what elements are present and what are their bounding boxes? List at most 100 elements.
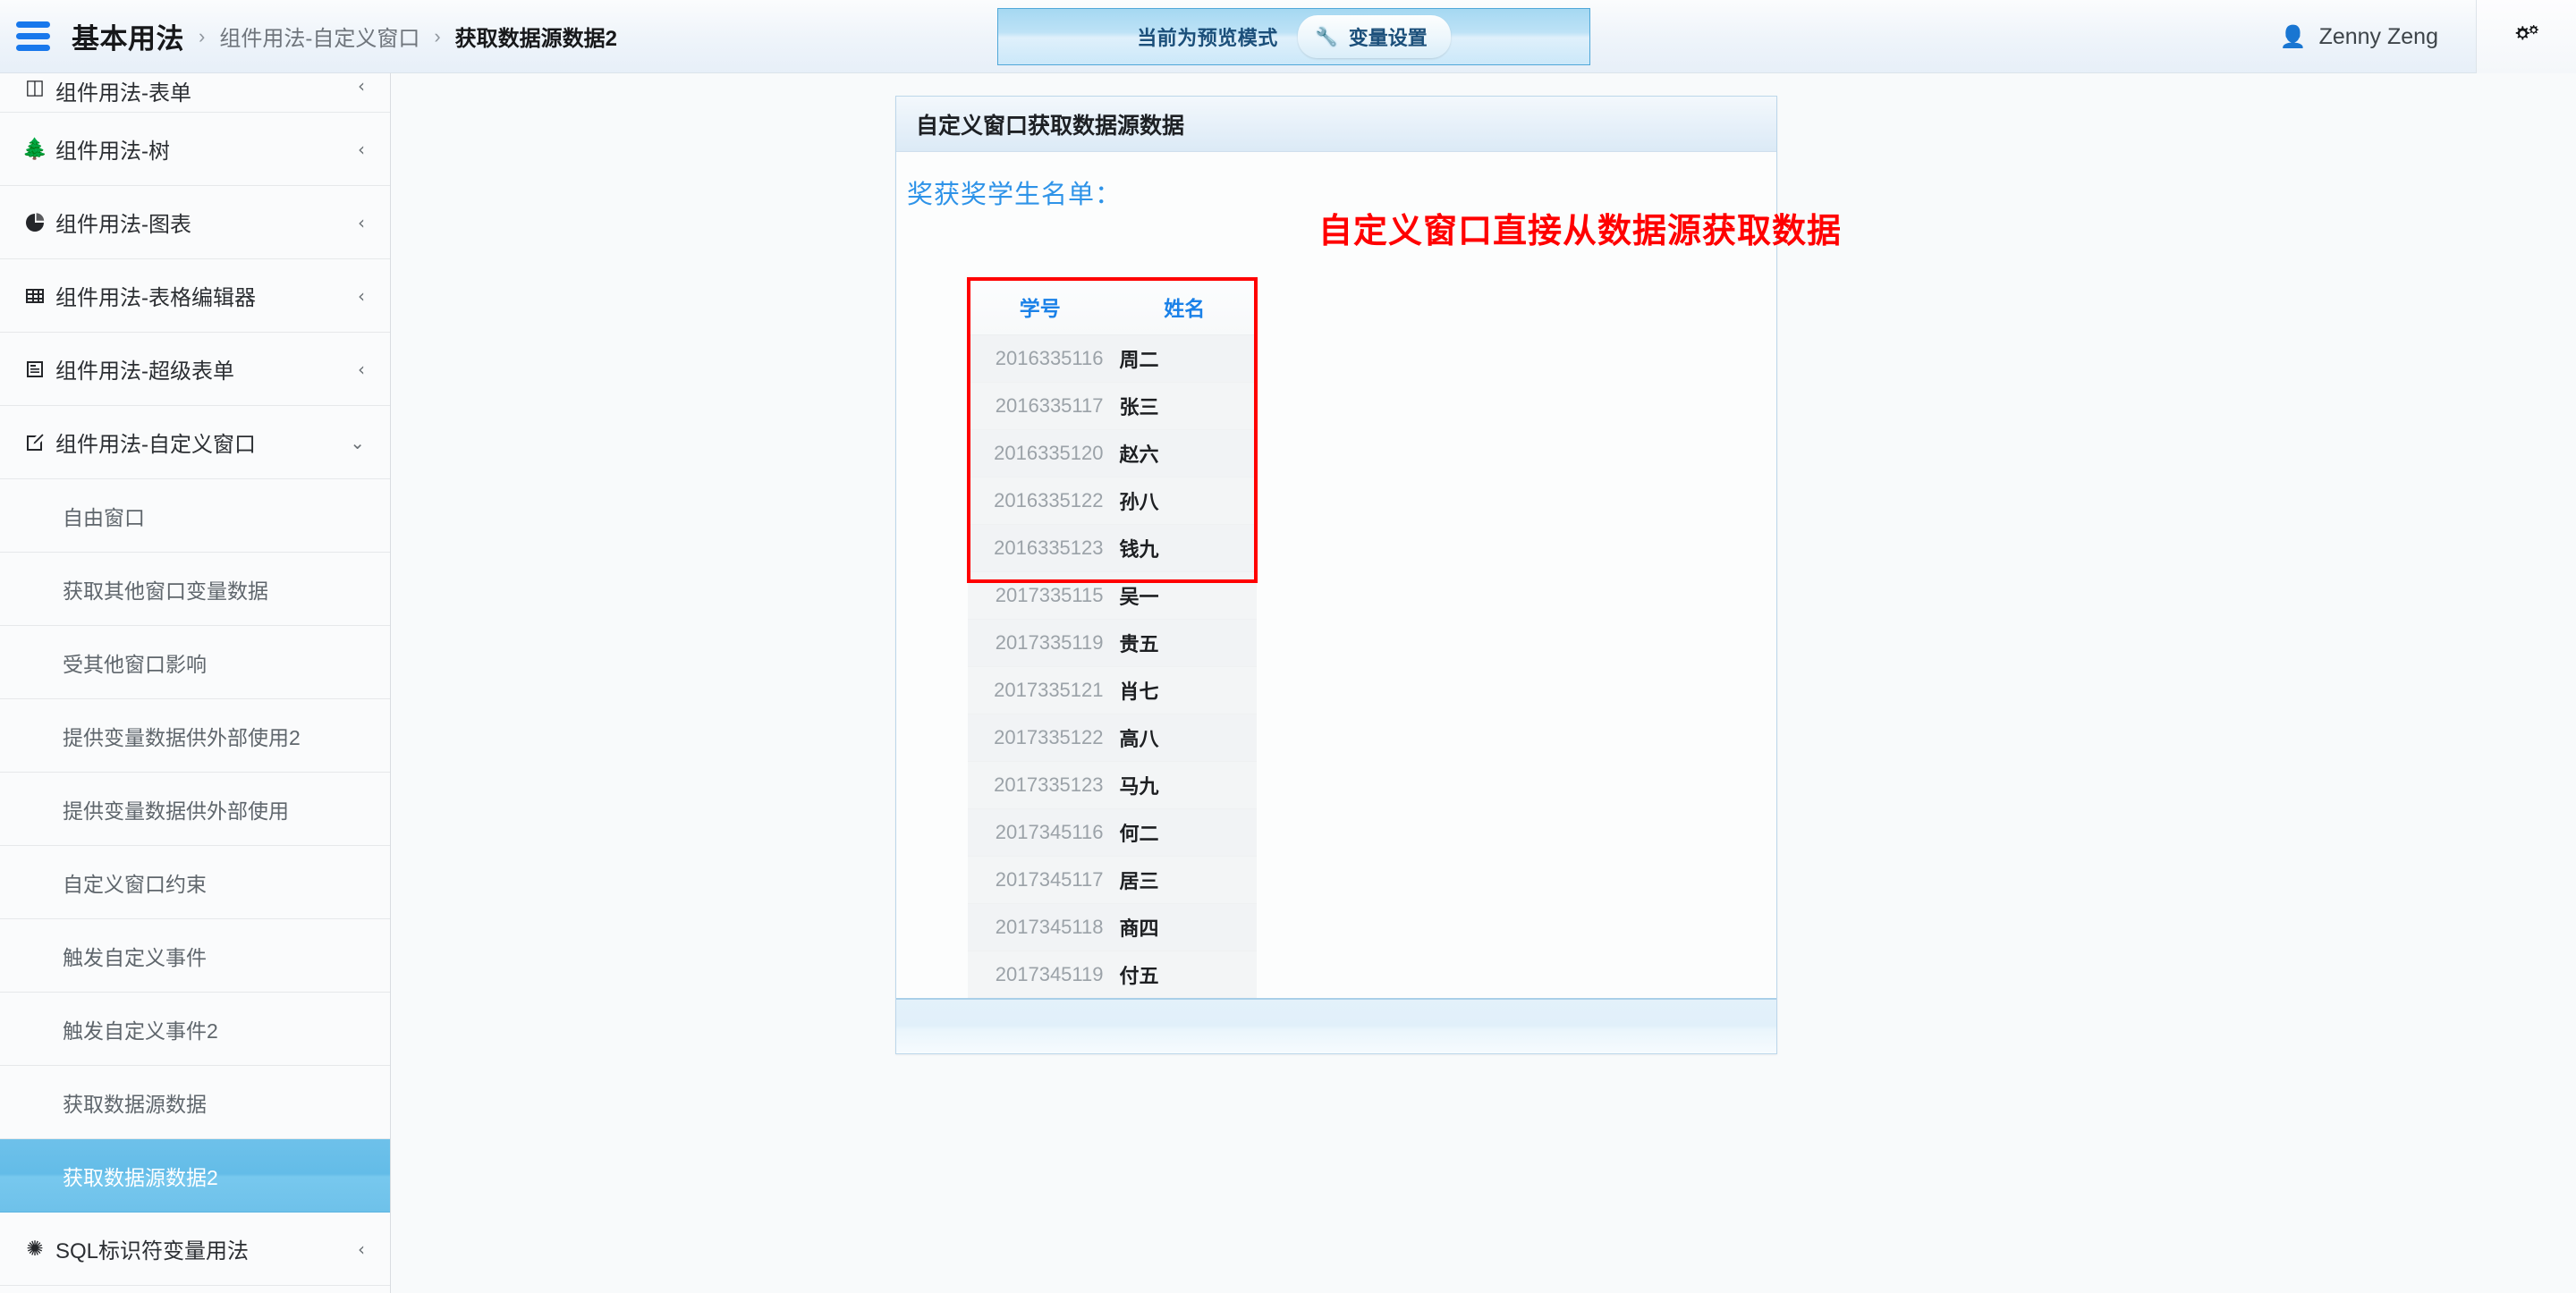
table-row[interactable]: 2016335122孙八: [968, 477, 1257, 525]
table-row[interactable]: 2016335116周二: [968, 335, 1257, 383]
main-content-area: 自定义窗口获取数据源数据 奖获奖学生名单： 学号 姓名 2016335116周二…: [391, 73, 2576, 1293]
hamburger-menu-icon[interactable]: [16, 21, 52, 52]
chevron-left-icon: ‹: [358, 75, 365, 97]
table-row[interactable]: 2017345117居三: [968, 857, 1257, 904]
sidebar-item-label: 自由窗口: [63, 501, 145, 531]
cell-student-id: 2016335122: [968, 477, 1113, 525]
table-row[interactable]: 2017335115吴一: [968, 572, 1257, 620]
sidebar-group-sql-identifier-vars[interactable]: ✺ SQL标识符变量用法 ‹: [0, 1213, 390, 1286]
sidebar-item-get-datasource-data-2[interactable]: 获取数据源数据2: [0, 1139, 390, 1213]
cell-student-id: 2017335119: [968, 620, 1113, 667]
hamburger-bar: [16, 45, 50, 51]
table-grid-icon: [20, 285, 50, 307]
sidebar-group-super-form[interactable]: 组件用法-超级表单 ‹: [0, 333, 390, 406]
cell-student-id: 2017335122: [968, 714, 1113, 762]
sidebar-item-label: 提供变量数据供外部使用: [63, 794, 289, 824]
variable-settings-button[interactable]: 🔧 变量设置: [1298, 15, 1451, 58]
column-header-student-id[interactable]: 学号: [968, 279, 1113, 335]
cell-name: 高八: [1113, 714, 1258, 762]
table-row[interactable]: 2017345116何二: [968, 809, 1257, 857]
sidebar-group-form[interactable]: ◫ 组件用法-表单 ‹: [0, 73, 390, 113]
table-row[interactable]: 2016335117张三: [968, 383, 1257, 430]
table-row[interactable]: 2017345118商四: [968, 904, 1257, 951]
sidebar-item-label: 获取数据源数据2: [63, 1161, 218, 1191]
pie-chart-icon: [20, 212, 50, 233]
table-row[interactable]: 2017345119付五: [968, 951, 1257, 999]
cell-name: 马九: [1113, 762, 1258, 809]
chevron-left-icon: ‹: [358, 359, 365, 380]
breadcrumb-separator-icon: ›: [199, 25, 205, 48]
top-header-bar: 基本用法 › 组件用法-自定义窗口 › 获取数据源数据2 当前为预览模式 🔧 变…: [0, 0, 2576, 73]
sidebar-group-label: 组件用法-图表: [55, 207, 358, 238]
student-table: 学号 姓名 2016335116周二2016335117张三2016335120…: [968, 279, 1257, 999]
breadcrumb-middle[interactable]: 组件用法-自定义窗口: [219, 21, 419, 52]
sidebar-group-label: SQL标识符变量用法: [55, 1233, 358, 1264]
sidebar-group-custom-window[interactable]: 组件用法-自定义窗口 ⌄: [0, 406, 390, 479]
variable-settings-label: 变量设置: [1349, 22, 1428, 51]
sidebar-group-label: 组件用法-超级表单: [55, 353, 358, 385]
chevron-left-icon: ‹: [358, 139, 365, 160]
cell-student-id: 2017335121: [968, 667, 1113, 714]
cell-name: 周二: [1113, 335, 1258, 383]
column-header-name[interactable]: 姓名: [1113, 279, 1258, 335]
sidebar-group-table-editor[interactable]: 组件用法-表格编辑器 ‹: [0, 259, 390, 333]
settings-button[interactable]: [2476, 0, 2576, 73]
sidebar-group-label: 组件用法-自定义窗口: [55, 427, 350, 458]
panel-footer: [896, 998, 1776, 1053]
sidebar-group-label: 组件用法-表单: [55, 75, 358, 106]
custom-window-panel: 自定义窗口获取数据源数据 奖获奖学生名单： 学号 姓名 2016335116周二…: [895, 96, 1777, 1054]
sidebar-item-free-window[interactable]: 自由窗口: [0, 479, 390, 553]
breadcrumb: 基本用法 › 组件用法-自定义窗口 › 获取数据源数据2: [72, 16, 617, 56]
sidebar-item-trigger-custom-event[interactable]: 触发自定义事件: [0, 919, 390, 993]
panel-body: 奖获奖学生名单： 学号 姓名 2016335116周二2016335117张三2…: [896, 152, 1776, 997]
cell-student-id: 2017345116: [968, 809, 1113, 857]
table-row[interactable]: 2017335119贵五: [968, 620, 1257, 667]
student-table-wrapper: 学号 姓名 2016335116周二2016335117张三2016335120…: [968, 279, 1257, 999]
table-body: 2016335116周二2016335117张三2016335120赵六2016…: [968, 335, 1257, 999]
chevron-left-icon: ‹: [358, 212, 365, 233]
sidebar-item-label: 自定义窗口约束: [63, 867, 207, 898]
cell-student-id: 2017335115: [968, 572, 1113, 620]
cell-student-id: 2017345119: [968, 951, 1113, 999]
table-row[interactable]: 2017335121肖七: [968, 667, 1257, 714]
table-row[interactable]: 2017335122高八: [968, 714, 1257, 762]
cell-name: 张三: [1113, 383, 1258, 430]
sidebar-item-custom-window-constraint[interactable]: 自定义窗口约束: [0, 846, 390, 919]
chevron-left-icon: ‹: [358, 1238, 365, 1260]
cell-student-id: 2017345118: [968, 904, 1113, 951]
sidebar-item-label: 获取数据源数据: [63, 1087, 207, 1118]
wrench-icon: 🔧: [1316, 26, 1338, 48]
table-row[interactable]: 2017335123马九: [968, 762, 1257, 809]
table-row[interactable]: 2016335120赵六: [968, 430, 1257, 477]
clipboard-icon: [20, 359, 50, 380]
edit-pencil-icon: [20, 432, 50, 453]
sidebar-item-provide-vars-external[interactable]: 提供变量数据供外部使用: [0, 773, 390, 846]
breadcrumb-root[interactable]: 基本用法: [72, 16, 184, 56]
sidebar-navigation[interactable]: ◫ 组件用法-表单 ‹ 🌲 组件用法-树 ‹ 组件用法-图表 ‹ 组件用法-表格…: [0, 73, 391, 1293]
panel-header: 自定义窗口获取数据源数据: [896, 97, 1776, 152]
cell-name: 孙八: [1113, 477, 1258, 525]
breadcrumb-separator-icon: ›: [434, 25, 440, 48]
form-icon: ◫: [20, 75, 50, 99]
sidebar-item-trigger-custom-event-2[interactable]: 触发自定义事件2: [0, 993, 390, 1066]
cell-student-id: 2017335123: [968, 762, 1113, 809]
cell-name: 商四: [1113, 904, 1258, 951]
sidebar-group-tree[interactable]: 🌲 组件用法-树 ‹: [0, 113, 390, 186]
sidebar-item-affected-by-other-window[interactable]: 受其他窗口影响: [0, 626, 390, 699]
page-title: 自定义窗口获取数据源数据: [916, 108, 1184, 140]
sidebar-item-get-other-window-vars[interactable]: 获取其他窗口变量数据: [0, 553, 390, 626]
user-name-label: Zenny Zeng: [2319, 24, 2438, 50]
gear-icon: [2511, 22, 2543, 51]
cell-student-id: 2016335116: [968, 335, 1113, 383]
hamburger-bar: [16, 33, 50, 39]
sidebar-group-label: 组件用法-树: [55, 133, 358, 165]
user-account-menu[interactable]: 👤 Zenny Zeng: [2257, 0, 2462, 73]
table-row[interactable]: 2016335123钱九: [968, 525, 1257, 572]
cell-student-id: 2016335123: [968, 525, 1113, 572]
sidebar-group-chart[interactable]: 组件用法-图表 ‹: [0, 186, 390, 259]
sidebar-item-get-datasource-data[interactable]: 获取数据源数据: [0, 1066, 390, 1139]
cell-name: 吴一: [1113, 572, 1258, 620]
user-icon: 👤: [2280, 24, 2307, 50]
cell-name: 赵六: [1113, 430, 1258, 477]
sidebar-item-provide-vars-external-2[interactable]: 提供变量数据供外部使用2: [0, 699, 390, 773]
